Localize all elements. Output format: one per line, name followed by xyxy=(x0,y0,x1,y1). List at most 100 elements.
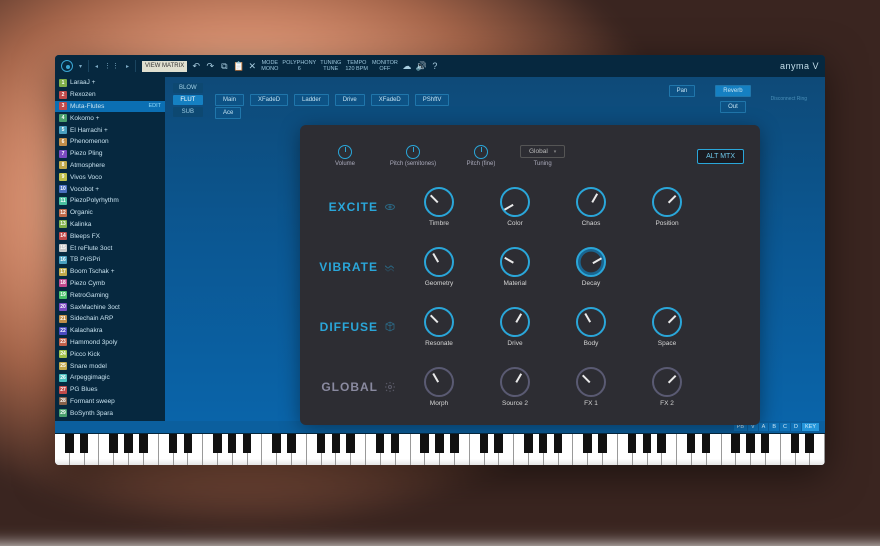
bottombar-button[interactable]: A xyxy=(759,423,769,431)
black-key[interactable] xyxy=(332,434,340,453)
preset-item[interactable]: 7Piezo Pling xyxy=(55,148,165,160)
knob-chaos[interactable]: Chaos xyxy=(562,187,620,227)
chain-reverb[interactable]: Reverb xyxy=(715,85,750,97)
preset-item[interactable]: 5El Harrachi + xyxy=(55,124,165,136)
chain-node[interactable]: PShftV xyxy=(415,94,450,106)
preset-item[interactable]: 11PiezoPolyrhythm xyxy=(55,195,165,207)
preset-item[interactable]: 10Vocobot + xyxy=(55,183,165,195)
black-key[interactable] xyxy=(287,434,295,453)
chain-node[interactable]: Drive xyxy=(335,94,365,106)
next-preset-icon[interactable]: ▸ xyxy=(126,63,129,70)
black-key[interactable] xyxy=(657,434,665,453)
tuning-dropdown[interactable]: Global xyxy=(520,145,565,158)
preset-item[interactable]: 3Muta-FlutesEDIT xyxy=(55,101,165,113)
black-key[interactable] xyxy=(109,434,117,453)
black-key[interactable] xyxy=(583,434,591,453)
bottombar-button[interactable]: B xyxy=(769,423,779,431)
chain-out[interactable]: Out xyxy=(720,101,746,113)
preset-item[interactable]: 29BoSynth 3para xyxy=(55,407,165,419)
knob-fx 1[interactable]: FX 1 xyxy=(562,367,620,407)
chain-node[interactable]: XFadeD xyxy=(250,94,288,106)
pitch-semi-knob[interactable]: Pitch (semitones) xyxy=(384,145,442,167)
chain-node[interactable]: Main xyxy=(215,94,244,106)
prev-preset-icon[interactable]: ◂ xyxy=(95,63,98,70)
volume-knob[interactable]: Volume xyxy=(316,145,374,167)
preset-item[interactable]: 19RetroGaming xyxy=(55,289,165,301)
black-key[interactable] xyxy=(376,434,384,453)
black-key[interactable] xyxy=(272,434,280,453)
shuffle-icon[interactable]: ✕ xyxy=(247,61,257,72)
knob-fx 2[interactable]: FX 2 xyxy=(638,367,696,407)
black-key[interactable] xyxy=(746,434,754,453)
help-icon[interactable]: ? xyxy=(430,61,440,71)
preset-item[interactable]: 8Atmosphere xyxy=(55,160,165,172)
black-key[interactable] xyxy=(628,434,636,453)
knob-morph[interactable]: Morph xyxy=(410,367,468,407)
knob-position[interactable]: Position xyxy=(638,187,696,227)
bottombar-button[interactable]: C xyxy=(780,423,790,431)
preset-item[interactable]: 14Bleeps FX xyxy=(55,230,165,242)
audio-icon[interactable]: 🔊 xyxy=(416,61,426,72)
black-key[interactable] xyxy=(169,434,177,453)
knob-color[interactable]: Color xyxy=(486,187,544,227)
black-key[interactable] xyxy=(65,434,73,453)
knob-material[interactable]: Material xyxy=(486,247,544,287)
black-key[interactable] xyxy=(317,434,325,453)
preset-item[interactable]: 27PG Blues xyxy=(55,384,165,396)
black-key[interactable] xyxy=(391,434,399,453)
preset-item[interactable]: 16TB PriSPri xyxy=(55,254,165,266)
black-key[interactable] xyxy=(494,434,502,453)
preset-item[interactable]: 6Phenomenon xyxy=(55,136,165,148)
preset-edit-button[interactable]: EDIT xyxy=(148,103,161,109)
black-key[interactable] xyxy=(213,434,221,453)
black-key[interactable] xyxy=(554,434,562,453)
piano-keyboard[interactable] xyxy=(55,433,825,465)
black-key[interactable] xyxy=(702,434,710,453)
black-key[interactable] xyxy=(480,434,488,453)
preset-item[interactable]: 12Organic xyxy=(55,207,165,219)
black-key[interactable] xyxy=(598,434,606,453)
black-key[interactable] xyxy=(346,434,354,453)
preset-item[interactable]: 1LaraaJ + xyxy=(55,77,165,89)
chain-tab[interactable]: BLOW xyxy=(173,83,203,93)
black-key[interactable] xyxy=(805,434,813,453)
tempo-selector[interactable]: TEMPO120 BPM xyxy=(345,60,368,72)
tuning-selector[interactable]: TUNINGTUNE xyxy=(320,60,341,72)
preset-item[interactable]: 13Kalinka xyxy=(55,219,165,231)
alt-mtx-button[interactable]: ALT MTX xyxy=(697,149,744,164)
black-key[interactable] xyxy=(124,434,132,453)
view-matrix-button[interactable]: VIEW MATRIX xyxy=(142,61,187,72)
undo-icon[interactable]: ↶ xyxy=(191,61,201,72)
pitch-fine-knob[interactable]: Pitch (fine) xyxy=(452,145,510,167)
chain-tab[interactable]: SUB xyxy=(173,107,203,117)
preset-item[interactable]: 26Arpeggimagic xyxy=(55,372,165,384)
preset-item[interactable]: 23Hammond 3poly xyxy=(55,337,165,349)
chain-disconnect-label[interactable]: Disconnect Ring xyxy=(771,96,807,102)
black-key[interactable] xyxy=(139,434,147,453)
chain-node[interactable]: Ladder xyxy=(294,94,329,106)
chain-node[interactable]: Ace xyxy=(215,107,241,119)
preset-item[interactable]: 2Rexozen xyxy=(55,89,165,101)
paste-icon[interactable]: 📋 xyxy=(233,61,243,72)
bottombar-button[interactable]: KEY xyxy=(802,423,819,431)
black-key[interactable] xyxy=(687,434,695,453)
black-key[interactable] xyxy=(643,434,651,453)
chain-node[interactable]: XFadeD xyxy=(371,94,409,106)
mode-selector[interactable]: MODEMONO xyxy=(261,60,278,72)
black-key[interactable] xyxy=(524,434,532,453)
knob-body[interactable]: Body xyxy=(562,307,620,347)
menu-chevron-icon[interactable]: ▾ xyxy=(79,63,82,70)
knob-timbre[interactable]: Timbre xyxy=(410,187,468,227)
black-key[interactable] xyxy=(761,434,769,453)
preset-item[interactable]: 17Boom Tschak + xyxy=(55,266,165,278)
preset-item[interactable]: 25Snare model xyxy=(55,360,165,372)
preset-menu-icon[interactable]: ⋮⋮ xyxy=(104,62,120,70)
black-key[interactable] xyxy=(539,434,547,453)
black-key[interactable] xyxy=(243,434,251,453)
black-key[interactable] xyxy=(228,434,236,453)
chain-tab[interactable]: FLUT xyxy=(173,95,203,105)
polyphony-selector[interactable]: POLYPHONY6 xyxy=(282,60,316,72)
preset-item[interactable]: 20SaxMachine 3oct xyxy=(55,301,165,313)
preset-item[interactable]: 24Picco Kick xyxy=(55,348,165,360)
bottombar-button[interactable]: D xyxy=(791,423,801,431)
